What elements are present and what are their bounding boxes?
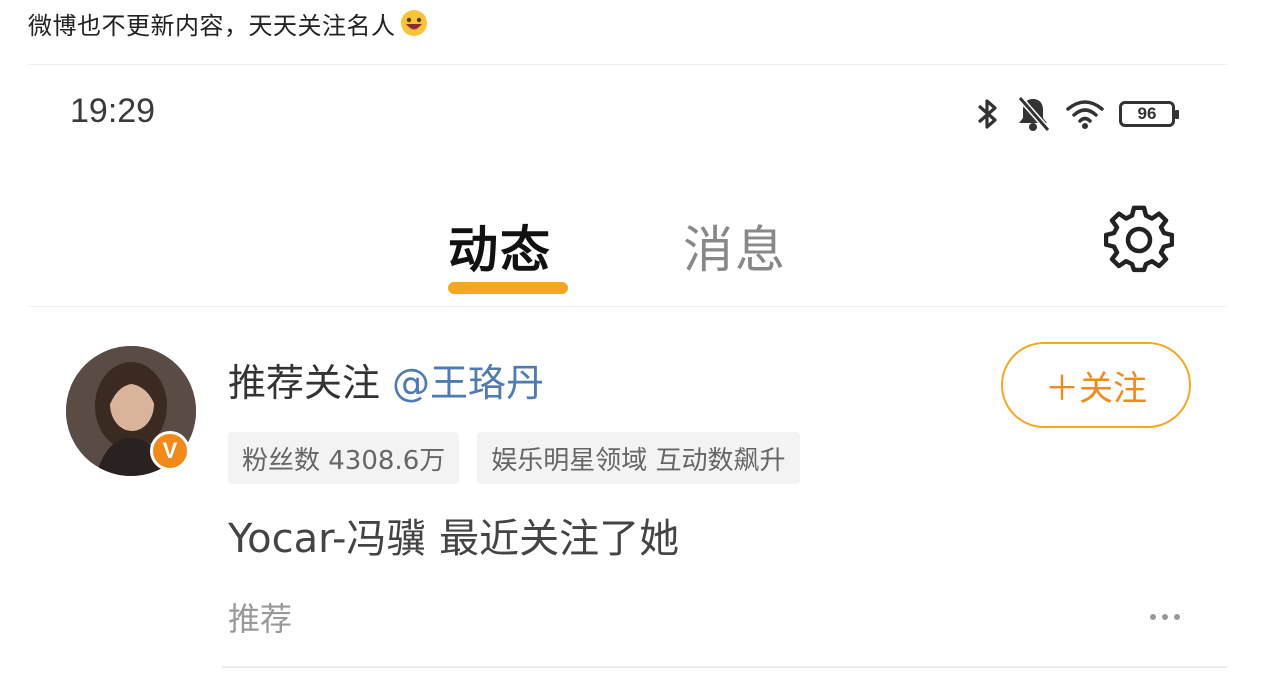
divider [28, 306, 1227, 307]
caption-text: 微博也不更新内容，天天关注名人 [28, 11, 396, 40]
notifications-off-icon [1017, 96, 1051, 132]
follow-button[interactable]: ＋关注 [1001, 342, 1191, 428]
post-caption: 微博也不更新内容，天天关注名人 [28, 4, 428, 42]
tab-feed[interactable]: 动态 [448, 210, 568, 294]
divider [222, 666, 1227, 668]
user-handle-link[interactable]: @王珞丹 [392, 361, 544, 405]
battery-icon: 96 [1119, 101, 1179, 127]
divider [28, 64, 1227, 65]
tab-messages[interactable]: 消息 [683, 210, 787, 282]
grinning-face-emoji-icon [400, 10, 427, 36]
tab-messages-label: 消息 [683, 221, 787, 279]
verified-badge: V [150, 431, 190, 471]
tab-feed-label: 动态 [448, 221, 552, 279]
active-tab-indicator [448, 282, 568, 294]
recommendation-reason: Yocar-冯骥 最近关注了她 [228, 516, 680, 562]
tag-followers: 粉丝数 4308.6万 [228, 432, 460, 484]
recommendation-prefix: 推荐关注 [228, 361, 381, 405]
more-options-icon[interactable] [1140, 602, 1190, 632]
recommendation-card: V 推荐关注 @王珞丹 ＋关注 粉丝数 4308.6万 娱乐明星领域 互动数飙升 … [0, 310, 1263, 674]
status-icons: 96 [975, 92, 1179, 136]
battery-level: 96 [1137, 104, 1157, 123]
recommendation-title: 推荐关注 @王珞丹 [228, 352, 544, 407]
tag-category: 娱乐明星领域 互动数飙升 [477, 432, 800, 484]
status-time: 19:29 [70, 92, 156, 130]
tag-list: 粉丝数 4308.6万 娱乐明星领域 互动数飙升 [228, 432, 800, 484]
recommendation-label: 推荐 [228, 600, 293, 638]
tab-bar: 动态 消息 [0, 200, 1263, 294]
gear-icon[interactable] [1104, 205, 1174, 275]
wifi-icon [1066, 100, 1104, 129]
bluetooth-icon [977, 99, 997, 129]
